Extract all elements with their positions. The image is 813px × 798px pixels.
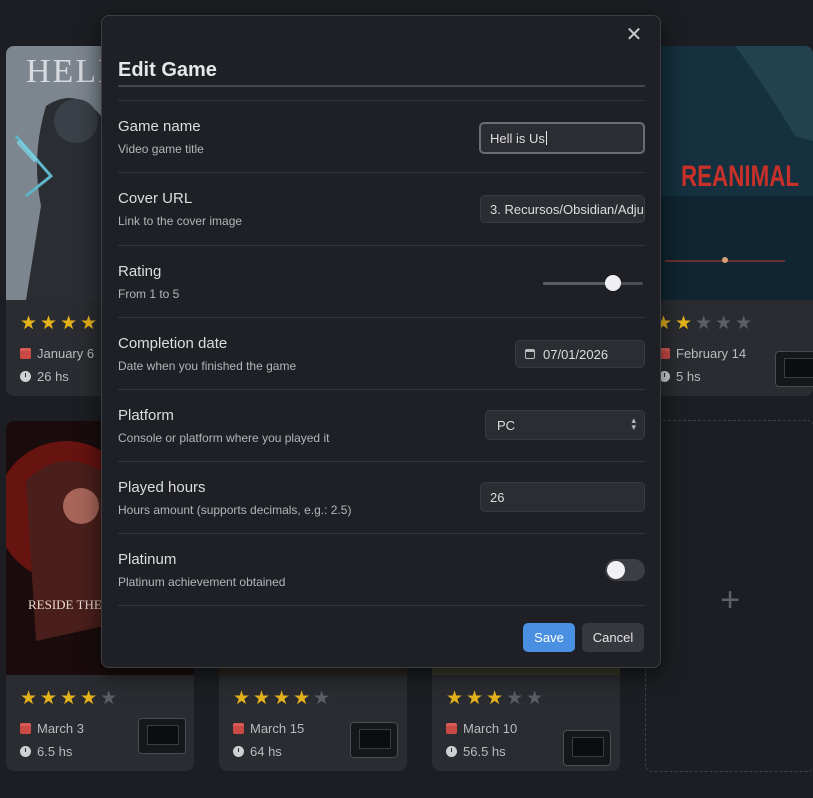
field-label: Played hours: [118, 479, 206, 496]
slider-fill: [543, 282, 613, 285]
handheld-console-icon: [350, 722, 398, 758]
footer-divider: [118, 605, 645, 606]
hours-text: 6.5 hs: [37, 744, 73, 759]
field-cover-url: Cover URL Link to the cover image 3. Rec…: [118, 172, 645, 244]
played-hours: 56.5 hs: [446, 744, 506, 759]
field-description: Link to the cover image: [118, 214, 243, 228]
game-card[interactable]: HELL ★★★★ January 6 26 hs: [6, 46, 116, 396]
rating-stars: ★★★★★: [233, 688, 334, 709]
date-text: February 14: [676, 346, 747, 361]
completion-date: March 15: [233, 721, 304, 736]
toggle-knob: [607, 561, 625, 579]
completion-date: February 14: [659, 346, 746, 361]
input-value: 26: [490, 489, 505, 505]
field-description: Date when you finished the game: [118, 359, 297, 373]
played-hours: 64 hs: [233, 744, 282, 759]
platform-select[interactable]: PC ▴ ▾: [485, 410, 645, 440]
hours-text: 56.5 hs: [463, 744, 506, 759]
hours-text: 5 hs: [676, 369, 701, 384]
completion-date: January 6: [20, 346, 94, 361]
rating-stars: ★★★★★: [446, 688, 547, 709]
plus-icon: +: [720, 581, 740, 619]
cancel-button[interactable]: Cancel: [582, 623, 644, 652]
game-name-input[interactable]: Hell is Us: [479, 122, 645, 154]
rating-stars: ★★★★: [20, 313, 101, 334]
rating-stars: ★★★★★: [655, 313, 756, 334]
hours-text: 26 hs: [37, 369, 69, 384]
field-label: Platinum: [118, 551, 177, 568]
game-card[interactable]: REANIMAL ★★★★★ February 14 5 hs: [645, 46, 813, 396]
calendar-icon: [20, 723, 31, 734]
completion-date: March 10: [446, 721, 517, 736]
field-label: Cover URL: [118, 190, 193, 207]
stopwatch-icon: [20, 371, 31, 382]
hours-text: 64 hs: [250, 744, 282, 759]
handheld-console-icon: [138, 718, 186, 754]
calendar-icon: [446, 723, 457, 734]
platinum-toggle[interactable]: [605, 559, 645, 581]
stopwatch-icon: [446, 746, 457, 757]
input-value: 3. Recursos/Obsidian/Adju: [490, 201, 644, 217]
input-value: 07/01/2026: [543, 346, 609, 362]
calendar-icon: [20, 348, 31, 359]
cover-url-input[interactable]: 3. Recursos/Obsidian/Adju: [480, 195, 645, 223]
field-played-hours: Played hours Hours amount (supports deci…: [118, 461, 645, 533]
date-text: January 6: [37, 346, 95, 361]
played-hours: 26 hs: [20, 369, 69, 384]
played-hours: 6.5 hs: [20, 744, 72, 759]
input-value: Hell is Us: [490, 130, 545, 146]
game-cover-image: REANIMAL: [645, 46, 813, 300]
completion-date-input[interactable]: 07/01/2026: [515, 340, 645, 368]
field-label: Rating: [118, 263, 162, 280]
field-platform: Platform Console or platform where you p…: [118, 389, 645, 461]
field-label: Platform: [118, 407, 174, 424]
handheld-console-icon: [563, 730, 611, 766]
completion-date: March 3: [20, 721, 84, 736]
field-label: Game name: [118, 118, 201, 135]
close-icon[interactable]: ✕: [624, 25, 644, 45]
date-text: March 3: [37, 721, 84, 736]
played-hours: 5 hs: [659, 369, 701, 384]
field-game-name: Game name Video game title Hell is Us: [118, 100, 645, 172]
slider-thumb[interactable]: [605, 275, 621, 291]
stopwatch-icon: [233, 746, 244, 757]
handheld-console-icon: [775, 351, 813, 387]
stopwatch-icon: [20, 746, 31, 757]
text-caret: [545, 131, 547, 145]
field-description: Video game title: [118, 142, 204, 156]
calendar-icon: [233, 723, 244, 734]
date-text: March 10: [463, 721, 518, 736]
title-divider: [118, 85, 645, 87]
save-button[interactable]: Save: [523, 623, 575, 652]
field-description: Hours amount (supports decimals, e.g.: 2…: [118, 503, 352, 517]
edit-game-dialog: ✕ Edit Game Game name Video game title H…: [101, 15, 661, 668]
dialog-title: Edit Game: [118, 59, 217, 81]
rating-stars: ★★★★★: [20, 688, 121, 709]
field-completion-date: Completion date Date when you finished t…: [118, 317, 645, 389]
field-description: Console or platform where you played it: [118, 431, 330, 445]
played-hours-input[interactable]: 26: [480, 482, 645, 512]
field-label: Completion date: [118, 335, 228, 352]
date-text: March 15: [250, 721, 305, 736]
add-game-card[interactable]: +: [645, 420, 813, 772]
field-description: Platinum achievement obtained: [118, 575, 286, 589]
select-value: PC: [497, 417, 516, 433]
field-rating: Rating From 1 to 5: [118, 245, 645, 317]
field-description: From 1 to 5: [118, 287, 180, 301]
chevron-up-down-icon: ▴ ▾: [631, 415, 636, 432]
game-cover-image: HELL: [6, 46, 116, 300]
rating-slider[interactable]: [543, 275, 643, 291]
field-platinum: Platinum Platinum achievement obtained: [118, 533, 645, 605]
cover-title: REANIMAL: [681, 160, 799, 193]
calendar-icon: [525, 349, 535, 359]
